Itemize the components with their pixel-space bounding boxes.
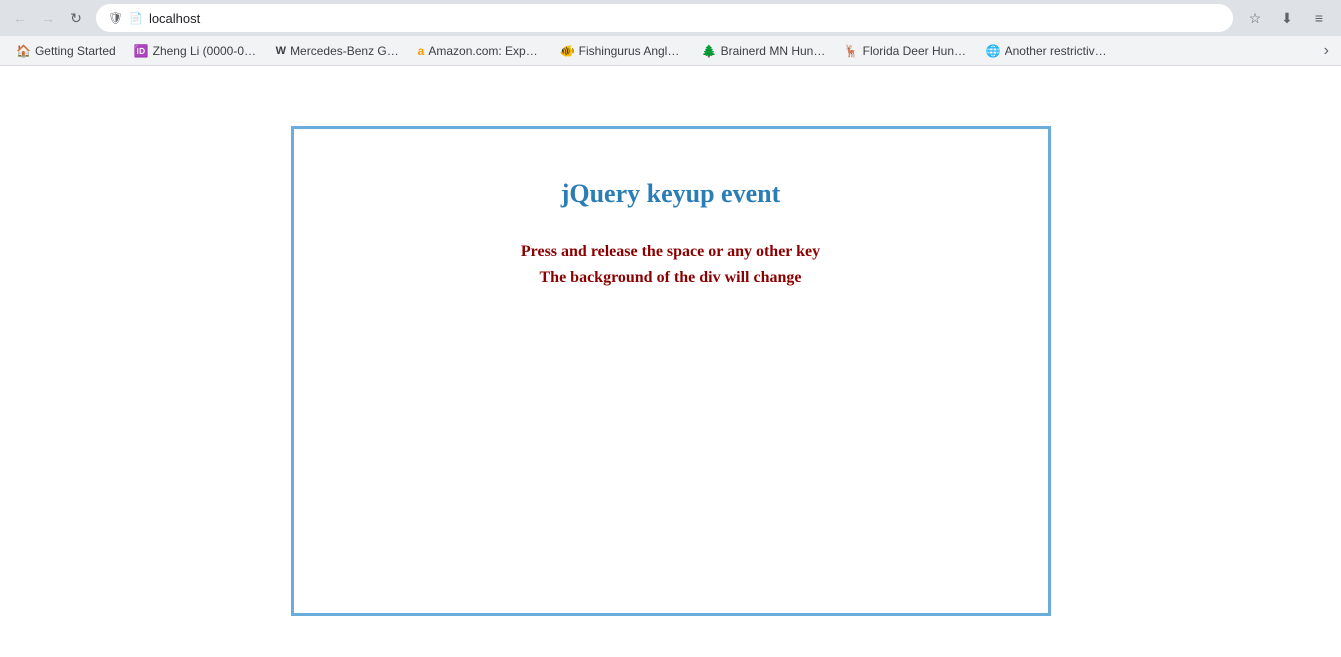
- bookmark-icon-amazon: a: [418, 44, 425, 58]
- demo-box: jQuery keyup event Press and release the…: [291, 126, 1051, 616]
- bookmark-amazon[interactable]: a Amazon.com: ExpertP...: [410, 42, 550, 60]
- bookmark-mercedes[interactable]: W Mercedes-Benz G-Clas...: [268, 42, 408, 60]
- security-icon: 🛡: [108, 11, 123, 25]
- bookmark-icon-brainerd: 🌲: [702, 44, 717, 58]
- bookmark-brainerd[interactable]: 🌲 Brainerd MN Hunting ...: [694, 42, 834, 60]
- bookmark-icon-getting-started: 🏠: [16, 44, 31, 58]
- bookmark-label-brainerd: Brainerd MN Hunting ...: [721, 44, 826, 58]
- bookmark-star-button[interactable]: ☆: [1241, 4, 1269, 32]
- toolbar-actions: ☆ ⬇ ≡: [1241, 4, 1333, 32]
- nav-buttons: ← → ↻: [8, 6, 88, 30]
- menu-button[interactable]: ≡: [1305, 4, 1333, 32]
- address-text: localhost: [149, 11, 1221, 26]
- bookmark-icon-mercedes: W: [276, 45, 286, 57]
- back-button[interactable]: ←: [8, 6, 32, 30]
- instruction-line1: Press and release the space or any other…: [521, 239, 820, 265]
- bookmark-getting-started[interactable]: 🏠 Getting Started: [8, 42, 124, 60]
- bookmark-another[interactable]: 🌐 Another restrictive dee...: [978, 42, 1118, 60]
- forward-button[interactable]: →: [36, 6, 60, 30]
- browser-chrome: ← → ↻ 🛡 📄 localhost ☆ ⬇ ≡ 🏠 Getting Star…: [0, 0, 1341, 66]
- demo-title: jQuery keyup event: [561, 179, 781, 209]
- bookmark-label-mercedes: Mercedes-Benz G-Clas...: [290, 44, 400, 58]
- address-bar[interactable]: 🛡 📄 localhost: [96, 4, 1233, 32]
- bookmarks-bar: 🏠 Getting Started 🆔 Zheng Li (0000-0002-…: [0, 36, 1341, 66]
- bookmark-icon-zheng-li: 🆔: [134, 44, 149, 58]
- refresh-button[interactable]: ↻: [64, 6, 88, 30]
- bookmark-label-getting-started: Getting Started: [35, 44, 116, 58]
- demo-instruction: Press and release the space or any other…: [521, 239, 820, 290]
- bookmark-zheng-li[interactable]: 🆔 Zheng Li (0000-0002-3...: [126, 42, 266, 60]
- bookmark-florida-deer[interactable]: 🦌 Florida Deer Hunting S...: [836, 42, 976, 60]
- bookmark-icon-fishingurus: 🐠: [560, 44, 575, 58]
- bookmark-label-amazon: Amazon.com: ExpertP...: [428, 44, 541, 58]
- page-content: jQuery keyup event Press and release the…: [0, 66, 1341, 657]
- bookmark-label-florida-deer: Florida Deer Hunting S...: [863, 44, 968, 58]
- bookmark-icon-another: 🌐: [986, 44, 1001, 58]
- bookmark-label-fishingurus: Fishingurus Angler's l...: [579, 44, 684, 58]
- bookmark-label-another: Another restrictive dee...: [1005, 44, 1110, 58]
- page-icon: 📄: [129, 12, 143, 25]
- bookmark-icon-florida-deer: 🦌: [844, 44, 859, 58]
- bookmark-label-zheng-li: Zheng Li (0000-0002-3...: [153, 44, 258, 58]
- instruction-line2: The background of the div will change: [521, 265, 820, 291]
- save-button[interactable]: ⬇: [1273, 4, 1301, 32]
- bookmark-fishingurus[interactable]: 🐠 Fishingurus Angler's l...: [552, 42, 692, 60]
- bookmarks-more-button[interactable]: ›: [1320, 40, 1333, 62]
- browser-toolbar: ← → ↻ 🛡 📄 localhost ☆ ⬇ ≡: [0, 0, 1341, 36]
